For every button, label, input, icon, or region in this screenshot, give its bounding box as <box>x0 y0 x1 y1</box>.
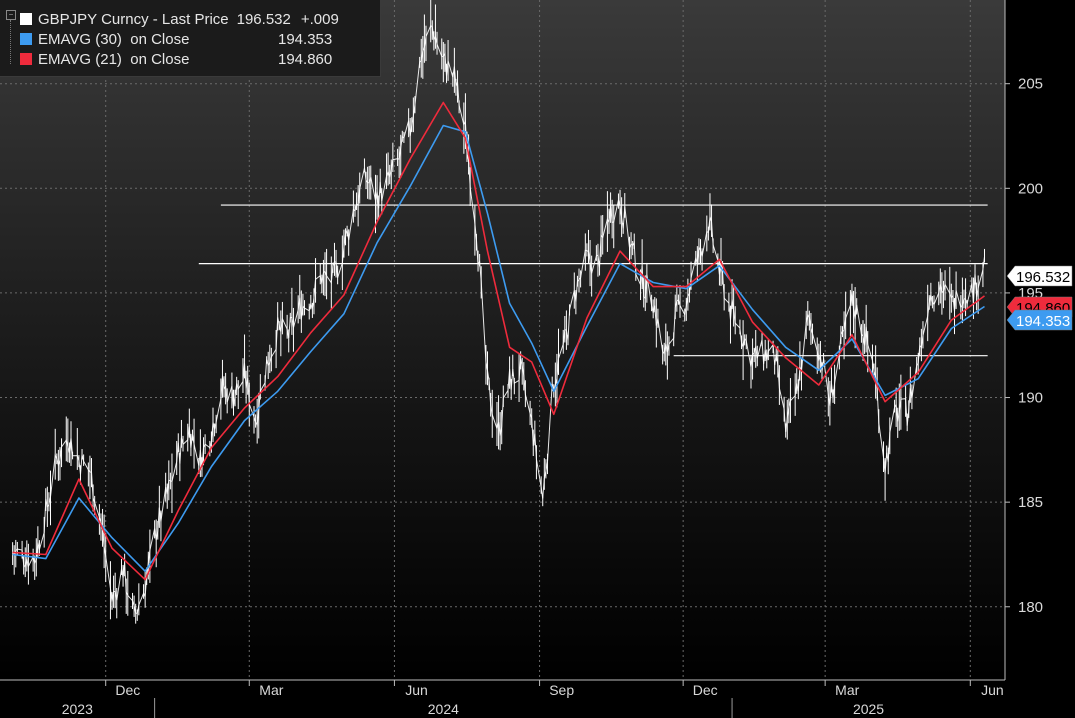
x-month-label: Mar <box>835 682 859 698</box>
y-tick-label: 180 <box>1018 599 1043 616</box>
y-tick-label: 190 <box>1018 390 1043 407</box>
legend-label-ema30: EMAVG (30) on Close <box>38 30 190 48</box>
y-tick-label: 185 <box>1018 494 1043 511</box>
x-axis-ticks: Dec Mar Jun Sep Dec Mar Jun 2023 2024 2025 <box>62 680 1004 718</box>
price-tag-last: 196.532 <box>1006 265 1073 287</box>
x-year-label: 2024 <box>428 701 459 717</box>
collapse-toggle-icon[interactable]: − <box>6 10 16 20</box>
y-tick-label: 205 <box>1018 76 1043 93</box>
legend-tree-connector <box>10 20 19 64</box>
last-price-tags: 196.532194.860194.353 <box>1006 265 1073 331</box>
legend-swatch-price <box>20 13 32 25</box>
price-chart: 180185190195200205 Dec Mar Jun Sep Dec Mar Jun… <box>0 0 1073 718</box>
legend-value-price: 196.532 <box>236 10 291 28</box>
legend-box: − GBPJPY Curncy - Last Price 196.532 +.0… <box>0 0 381 77</box>
x-month-label: Jun <box>405 682 428 698</box>
legend-label-ema21: EMAVG (21) on Close <box>38 50 190 68</box>
legend-row-ema30[interactable]: EMAVG (30) on Close 194.353 <box>20 30 332 48</box>
x-year-label: 2023 <box>62 701 93 717</box>
legend-value-ema30: 194.353 <box>278 30 333 48</box>
legend-change-price: +.009 <box>300 10 339 28</box>
x-month-label: Mar <box>259 682 283 698</box>
x-month-label: Dec <box>693 682 718 698</box>
x-month-label: Jun <box>981 682 1004 698</box>
x-year-label: 2025 <box>853 701 884 717</box>
x-month-label: Sep <box>549 682 574 698</box>
legend-swatch-ema30 <box>20 33 32 45</box>
y-axis-ticks: 180185190195200205 <box>1005 76 1043 616</box>
price-tag-last-value: 196.532 <box>1016 269 1070 286</box>
legend-row-price[interactable]: GBPJPY Curncy - Last Price 196.532 +.009 <box>20 10 339 28</box>
legend-label-price: GBPJPY Curncy - Last Price <box>38 10 229 28</box>
y-tick-label: 200 <box>1018 180 1043 197</box>
legend-value-ema21: 194.860 <box>278 50 333 68</box>
legend-row-ema21[interactable]: EMAVG (21) on Close 194.860 <box>20 50 332 68</box>
price-tag-ema30-value: 194.353 <box>1016 313 1070 330</box>
x-month-label: Dec <box>115 682 140 698</box>
legend-swatch-ema21 <box>20 53 32 65</box>
price-tag-ema30: 194.353 <box>1006 309 1073 331</box>
